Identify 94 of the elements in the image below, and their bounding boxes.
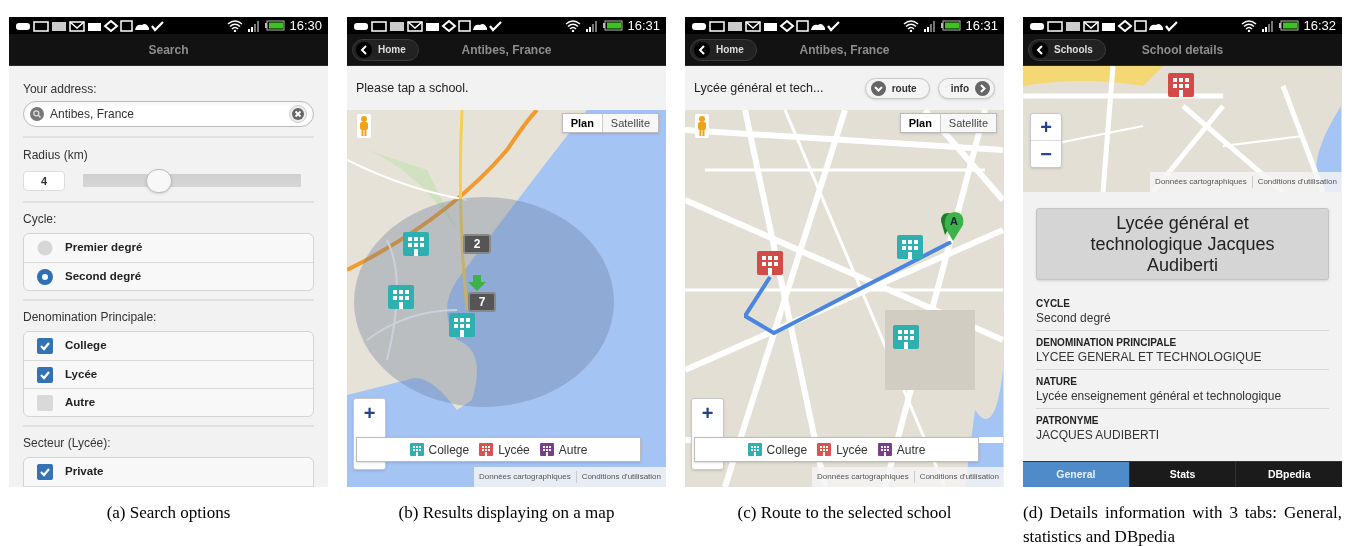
chevron-right-icon — [975, 80, 990, 96]
wifi-icon — [227, 19, 244, 32]
status-time: 16:30 — [289, 19, 322, 32]
wifi-icon — [565, 19, 582, 32]
status-time: 16:32 — [1303, 19, 1336, 32]
battery-icon — [1279, 20, 1300, 31]
battery-icon — [941, 20, 962, 31]
instruction-text: Please tap a school. — [356, 79, 469, 97]
back-button[interactable]: Home — [352, 38, 419, 61]
search-icon — [30, 107, 44, 121]
legend-label: Autre — [896, 441, 926, 459]
cluster-marker[interactable]: 2 — [463, 234, 491, 254]
cluster-marker[interactable]: 7 — [468, 292, 496, 312]
radio-option[interactable]: Premier degré — [24, 234, 313, 262]
address-text: Antibes, France — [50, 106, 136, 123]
map-attribution-link[interactable]: Conditions d'utilisation — [913, 471, 1004, 483]
screen-title: School details — [1141, 41, 1224, 59]
checkbox-option[interactable]: College — [24, 332, 313, 360]
field-value: Lycée enseignement général et technologique — [1036, 388, 1283, 404]
school-title: Lycée général et technologique Jacques Audiberti — [1036, 208, 1329, 280]
college-marker-icon[interactable] — [388, 285, 414, 309]
field-label: DENOMINATION PRINCIPALE — [1036, 336, 1178, 349]
field-value: Second degré — [1036, 310, 1112, 326]
signal-icon — [1261, 19, 1276, 32]
legend-label: College — [428, 441, 470, 459]
zoom-in-button[interactable]: + — [1031, 114, 1061, 141]
wifi-icon — [1241, 19, 1258, 32]
chevron-left-icon — [1032, 41, 1048, 58]
screen-title: Antibes, France — [799, 41, 890, 59]
map-type-tab[interactable]: Satellite — [601, 114, 658, 132]
checkbox-option[interactable]: Private — [24, 458, 313, 486]
battery-icon — [603, 20, 624, 31]
legend-label: Lycée — [498, 441, 530, 459]
status-time: 16:31 — [627, 19, 660, 32]
figure-caption: (b) Results displaying on a map — [397, 502, 616, 524]
map-type-tab[interactable]: Plan — [900, 114, 940, 132]
arrow-marker-icon — [468, 275, 486, 291]
tab[interactable]: DBpedia — [1235, 462, 1342, 487]
map-attribution-link[interactable]: Données cartographiques — [474, 471, 576, 483]
signal-icon — [923, 19, 938, 32]
group-label: Cycle: — [23, 211, 58, 228]
back-button[interactable]: Home — [690, 38, 757, 61]
college-marker-icon[interactable] — [893, 325, 919, 349]
field-label: CYCLE — [1036, 297, 1071, 310]
legend-label: Autre — [558, 441, 588, 459]
field-label: NATURE — [1036, 375, 1078, 388]
person-icon[interactable] — [695, 114, 709, 138]
address-field[interactable]: Antibes, France — [23, 101, 314, 127]
chevron-left-icon — [356, 41, 372, 58]
wifi-icon — [903, 19, 920, 32]
map-attribution-link[interactable]: Conditions d'utilisation — [1251, 176, 1342, 188]
field-value: JACQUES AUDIBERTI — [1036, 427, 1161, 443]
college-marker-icon[interactable] — [449, 313, 475, 337]
figure-caption: (d) Details information with 3 tabs: General, statistics and DBpedia — [1023, 502, 1342, 546]
legend-label: Lycée — [836, 441, 868, 459]
college-marker-icon[interactable] — [403, 232, 429, 256]
signal-icon — [247, 19, 262, 32]
map-attribution-link[interactable]: Données cartographiques — [1150, 176, 1252, 188]
map-attribution-link[interactable]: Données cartographiques — [812, 471, 914, 483]
college-marker-icon[interactable] — [897, 235, 923, 259]
radius-input[interactable]: 4 — [23, 171, 65, 191]
route-button[interactable]: route — [864, 77, 930, 99]
field-label: Radius (km) — [23, 147, 89, 164]
legend-label: College — [766, 441, 808, 459]
screen-title: Antibes, France — [461, 41, 552, 59]
tab[interactable]: Stats — [1128, 462, 1236, 487]
figure-caption: (a) Search options — [105, 502, 232, 524]
status-time: 16:31 — [965, 19, 998, 32]
chevron-left-icon — [694, 41, 710, 58]
slider-thumb[interactable] — [146, 169, 173, 193]
battery-icon — [265, 20, 286, 31]
field-label: Your address: — [23, 81, 98, 98]
figure-caption: (c) Route to the selected school — [736, 502, 953, 524]
chevron-down-icon — [870, 80, 886, 96]
back-button[interactable]: Schools — [1028, 38, 1106, 61]
person-icon[interactable] — [357, 114, 371, 138]
group-label: Denomination Principale: — [23, 309, 158, 326]
clear-icon[interactable] — [289, 105, 307, 123]
checkbox-option[interactable]: Autre — [24, 388, 313, 416]
checkbox-option[interactable]: Lycée — [24, 360, 313, 388]
zoom-out-button[interactable]: − — [1031, 140, 1061, 167]
radio-option[interactable]: Second degré — [24, 262, 313, 290]
lycee-marker-icon[interactable] — [757, 251, 783, 275]
screen-title: Search — [148, 41, 189, 59]
info-button[interactable]: info — [937, 77, 995, 99]
map-type-tab[interactable]: Plan — [562, 114, 602, 132]
field-label: PATRONYME — [1036, 414, 1100, 427]
lycee-marker-icon[interactable] — [1168, 73, 1194, 97]
school-name: Lycée général et tech... — [694, 79, 824, 97]
field-value: LYCEE GENERAL ET TECHNOLOGIQUE — [1036, 349, 1263, 365]
map-type-tab[interactable]: Satellite — [939, 114, 996, 132]
signal-icon — [585, 19, 600, 32]
group-label: Secteur (Lycée): — [23, 435, 112, 452]
map-attribution-link[interactable]: Conditions d'utilisation — [575, 471, 666, 483]
